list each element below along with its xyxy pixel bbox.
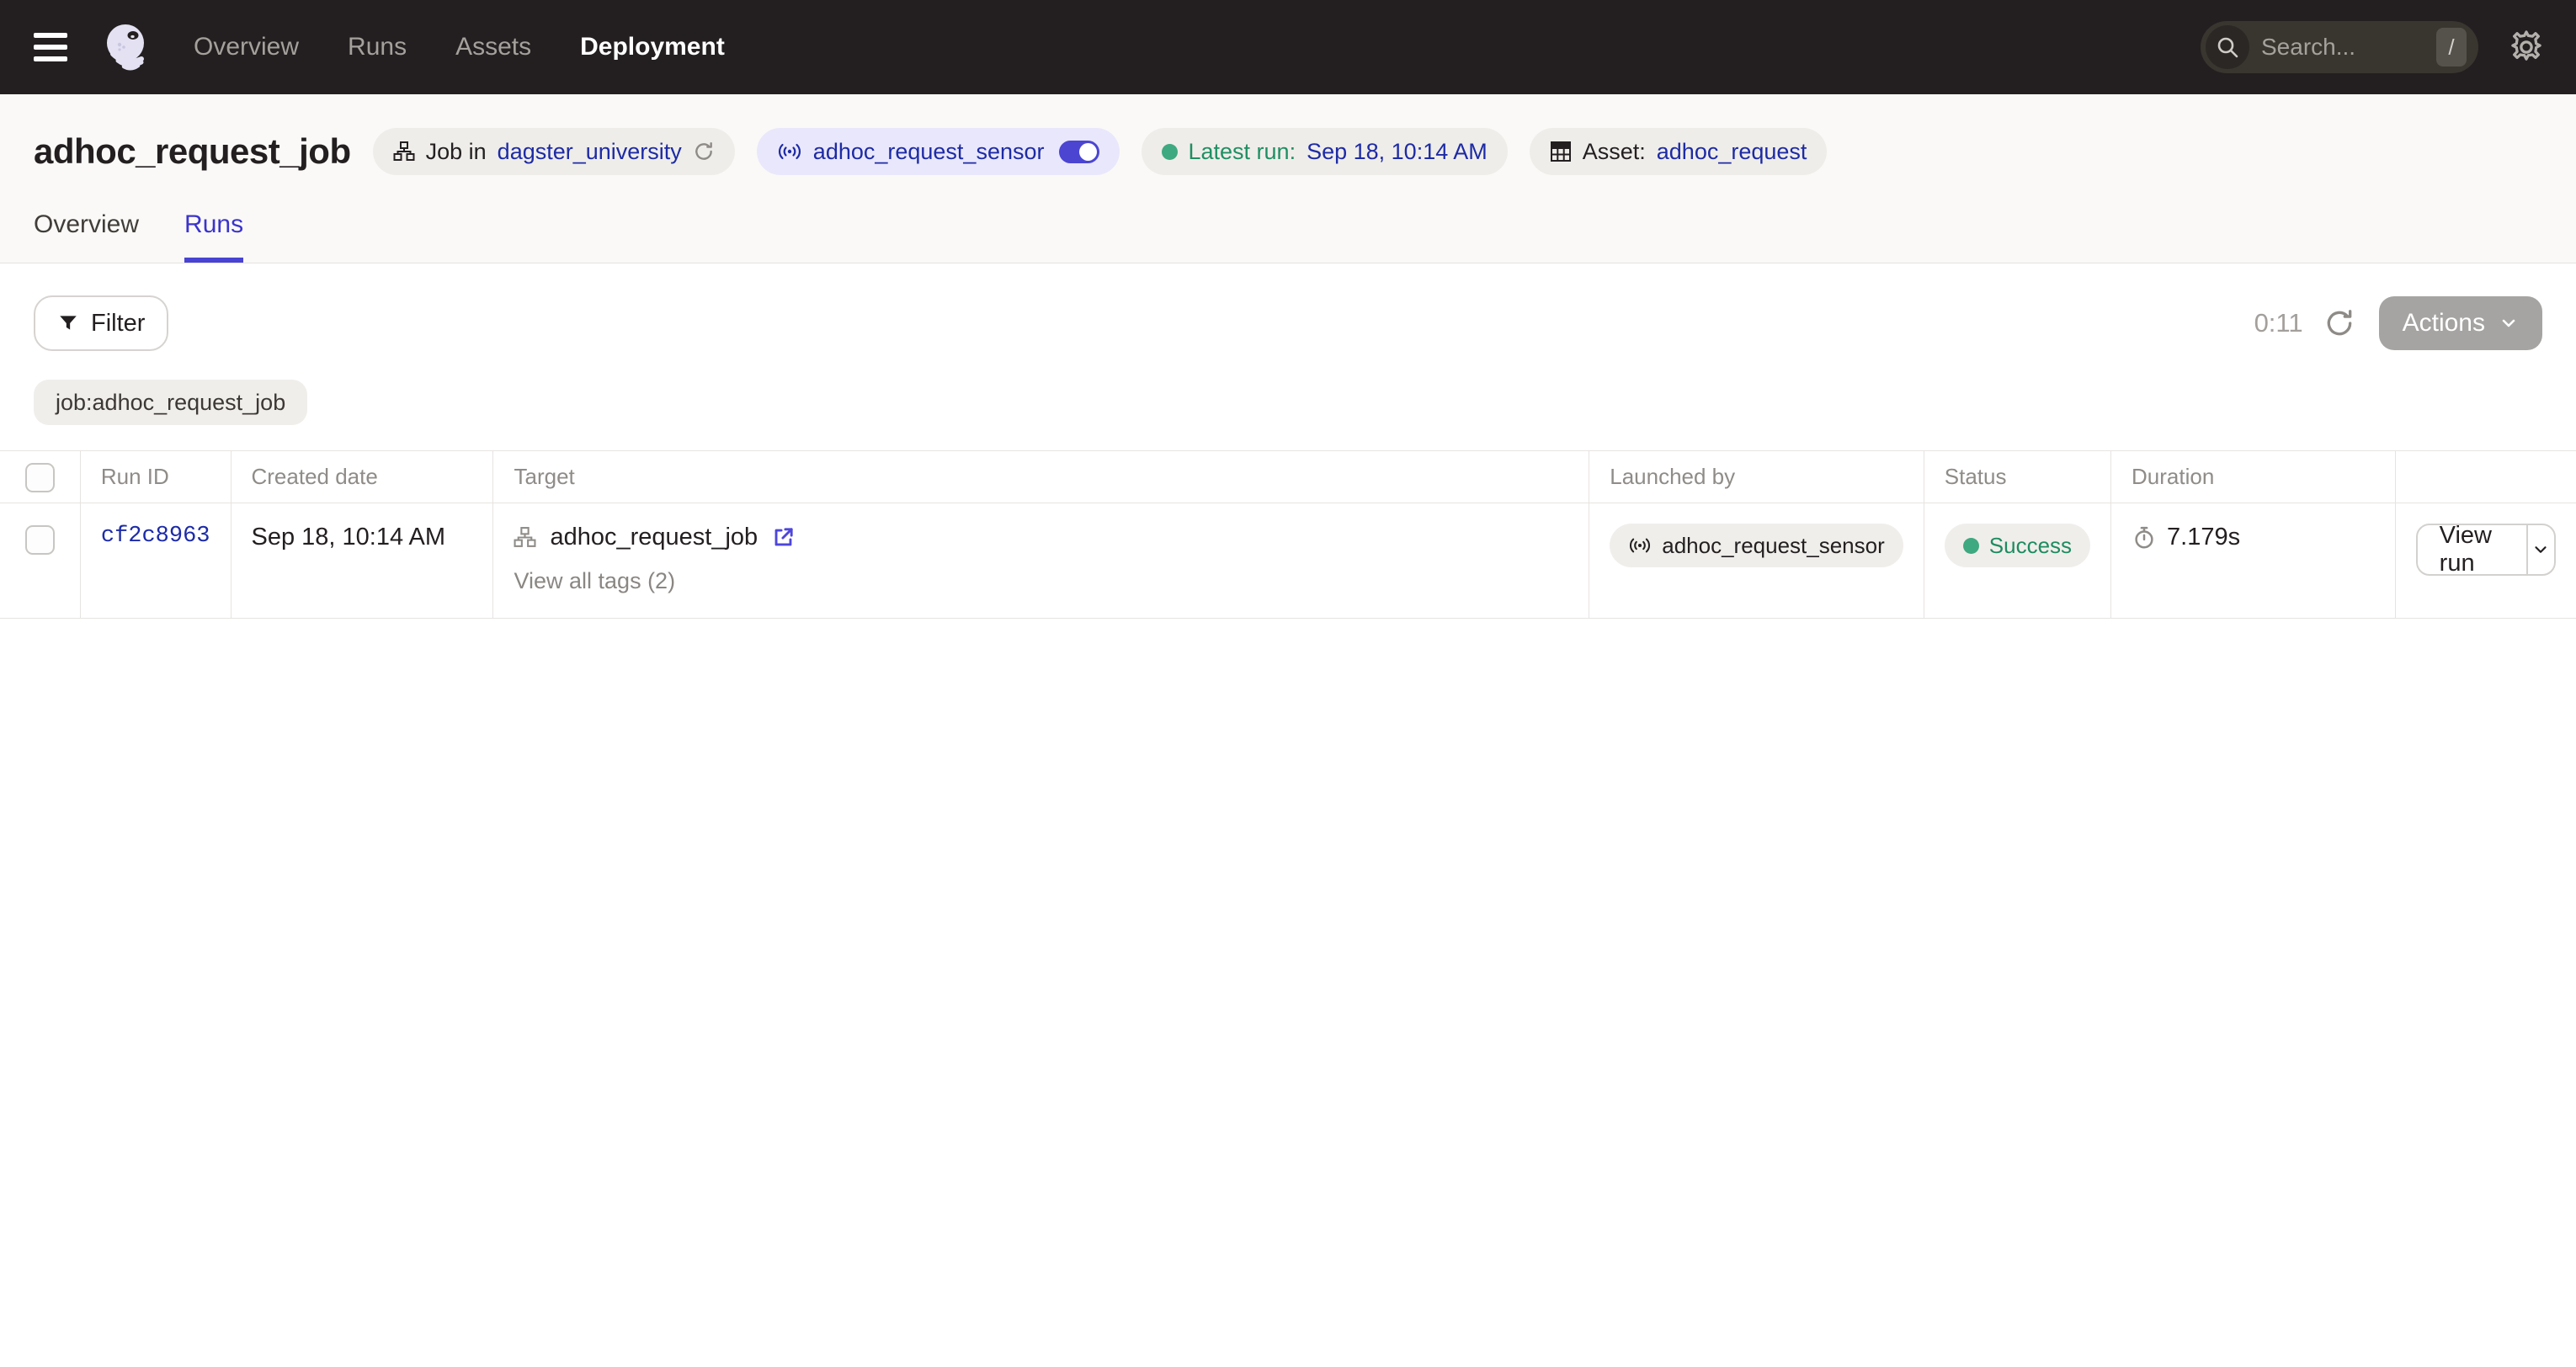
dagster-logo[interactable] — [101, 21, 153, 73]
asset-grid-icon — [1550, 141, 1572, 162]
open-in-new-icon[interactable] — [771, 525, 796, 550]
job-filter-chip[interactable]: job:adhoc_request_job — [34, 380, 307, 425]
latest-run-tag: Latest run: Sep 18, 10:14 AM — [1142, 128, 1508, 175]
sensor-tag: adhoc_request_sensor — [757, 128, 1120, 175]
refresh-countdown: 0:11 — [2254, 308, 2303, 338]
search-input[interactable] — [2261, 34, 2424, 61]
nav-item-overview[interactable]: Overview — [194, 33, 299, 61]
nav-links: Overview Runs Assets Deployment — [194, 33, 725, 61]
asset-tag-label: Asset: — [1583, 139, 1646, 165]
page-header: adhoc_request_job Job in dagster_univers… — [0, 94, 2576, 263]
search-icon — [2206, 25, 2249, 69]
job-graph-icon — [393, 141, 415, 162]
page-title: adhoc_request_job — [34, 131, 351, 172]
nav-item-runs[interactable]: Runs — [348, 33, 407, 61]
tabs: Overview Runs — [34, 210, 2542, 263]
filter-button[interactable]: Filter — [34, 295, 168, 351]
search-shortcut-badge: / — [2436, 28, 2467, 66]
job-tag-prefix: Job in — [426, 139, 487, 165]
column-header-run-id: Run ID — [80, 451, 231, 503]
sensor-icon — [777, 141, 802, 162]
column-header-status: Status — [1924, 451, 2110, 503]
nav-item-deployment[interactable]: Deployment — [580, 33, 725, 61]
select-all-checkbox[interactable] — [25, 463, 55, 492]
table-row: cf2c8963 Sep 18, 10:14 AM adhoc_reque — [0, 503, 2576, 619]
asset-link[interactable]: adhoc_request — [1657, 139, 1807, 165]
launched-by-tag[interactable]: adhoc_request_sensor — [1610, 524, 1903, 567]
actions-button-label: Actions — [2403, 309, 2485, 338]
sensor-icon — [1628, 535, 1652, 556]
filter-funnel-icon — [57, 312, 79, 334]
status-badge: Success — [1945, 524, 2090, 567]
tab-runs[interactable]: Runs — [184, 210, 243, 263]
runs-toolbar: Filter 0:11 Actions — [0, 263, 2576, 380]
run-status-dot — [1162, 144, 1178, 160]
refresh-icon[interactable] — [2323, 307, 2355, 339]
search-box[interactable]: / — [2201, 21, 2478, 73]
column-header-duration: Duration — [2111, 451, 2396, 503]
top-nav-bar: Overview Runs Assets Deployment / — [0, 0, 2576, 94]
table-header-row: Run ID Created date Target Launched by S… — [0, 451, 2576, 503]
column-header-target: Target — [493, 451, 1589, 503]
nav-item-assets[interactable]: Assets — [455, 33, 531, 61]
reload-location-icon[interactable] — [693, 141, 715, 162]
asset-tag: Asset: adhoc_request — [1530, 128, 1828, 175]
filter-button-label: Filter — [91, 310, 145, 338]
hamburger-menu-icon[interactable] — [34, 33, 67, 61]
view-all-tags-link[interactable]: View all tags (2) — [514, 568, 675, 594]
column-header-launched-by: Launched by — [1589, 451, 1924, 503]
column-header-created-date: Created date — [231, 451, 493, 503]
timer-icon — [2132, 525, 2157, 551]
target-job-name: adhoc_request_job — [550, 524, 758, 551]
job-graph-icon — [514, 526, 536, 549]
run-id-link[interactable]: cf2c8963 — [101, 524, 210, 549]
chevron-down-icon — [2499, 313, 2519, 333]
view-run-dropdown-caret[interactable] — [2526, 525, 2554, 574]
tab-overview[interactable]: Overview — [34, 210, 139, 263]
sensor-link[interactable]: adhoc_request_sensor — [813, 139, 1045, 165]
launched-by-value: adhoc_request_sensor — [1662, 533, 1885, 559]
active-filters-row: job:adhoc_request_job — [0, 380, 2576, 450]
runs-table: Run ID Created date Target Launched by S… — [0, 450, 2576, 619]
sensor-toggle[interactable] — [1059, 141, 1099, 163]
created-date-value: Sep 18, 10:14 AM — [252, 524, 446, 551]
settings-gear-icon[interactable] — [2507, 28, 2546, 66]
latest-run-label: Latest run: — [1189, 139, 1296, 165]
status-dot — [1963, 538, 1979, 554]
duration-value: 7.179s — [2167, 524, 2240, 551]
status-value: Success — [1989, 533, 2072, 559]
row-checkbox[interactable] — [25, 525, 55, 555]
view-run-split-button: View run — [2416, 524, 2556, 576]
actions-button[interactable]: Actions — [2379, 296, 2542, 350]
view-run-button[interactable]: View run — [2418, 525, 2526, 574]
job-location-tag: Job in dagster_university — [373, 128, 735, 175]
code-location-link[interactable]: dagster_university — [498, 139, 682, 165]
latest-run-link[interactable]: Sep 18, 10:14 AM — [1307, 139, 1488, 165]
